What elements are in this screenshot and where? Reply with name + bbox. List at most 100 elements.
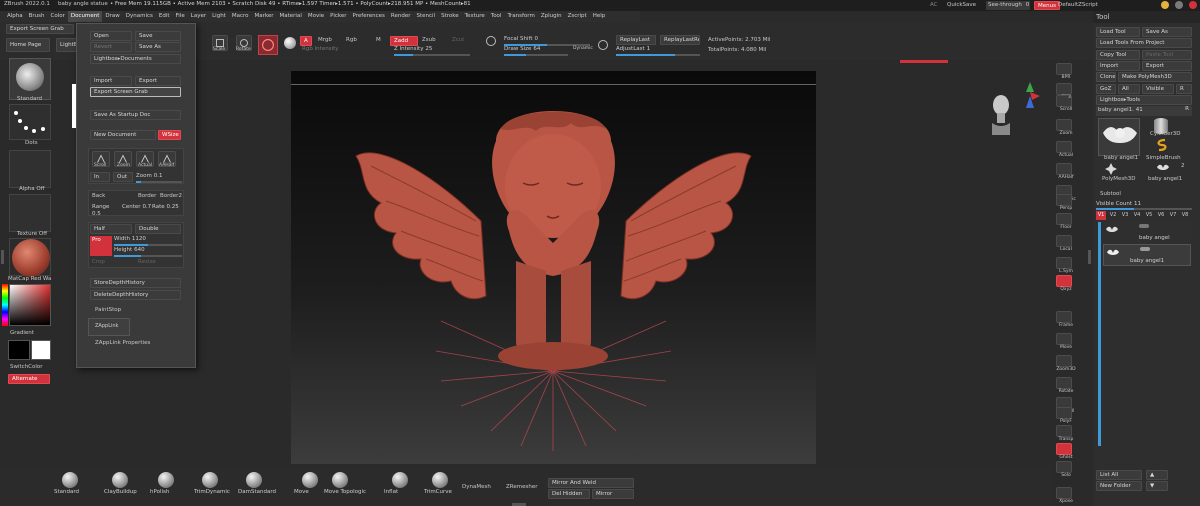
rate-slider[interactable]: Rate 0.25 [152,203,184,213]
texture-slot[interactable] [9,194,51,232]
mrgb-button[interactable]: Mrgb [318,37,332,43]
move-down-button[interactable]: ▼ [1146,481,1168,491]
double-button[interactable]: Double [135,224,181,234]
quicksave-button[interactable]: QuickSave [947,2,976,8]
lsym-icon[interactable] [1056,257,1072,269]
visible-count-slider[interactable]: Visible Count 11 [1096,200,1192,210]
menu-draw[interactable]: Draw [102,11,122,22]
subtool-item-2[interactable]: baby angel1 [1103,244,1191,266]
brush-trimdynamic[interactable]: TrimDynamic [194,472,242,502]
version-v1-button[interactable]: V1 [1096,211,1106,220]
menu-dynamics[interactable]: Dynamics [123,11,156,22]
zoom-slider[interactable]: Zoom 0.1 [136,172,182,183]
bpr-icon[interactable] [1056,63,1072,75]
replay-last-button[interactable]: ReplayLast [616,35,656,45]
m-button[interactable]: M [376,37,381,43]
menu-file[interactable]: File [173,11,188,22]
material-slot[interactable] [9,238,51,277]
mirror-button[interactable]: Mirror [592,489,634,499]
visible-button[interactable]: Visible [1142,84,1174,94]
local-icon[interactable] [1056,235,1072,247]
version-v3-button[interactable]: V3 [1120,211,1130,220]
r-button[interactable]: R [1176,84,1192,94]
spix-slider[interactable] [1056,83,1072,95]
subtool-header[interactable]: Subtool [1100,191,1121,197]
pro-button[interactable]: Pro [90,236,112,256]
persp-icon[interactable] [1056,194,1072,206]
menu-tool[interactable]: Tool [488,11,505,22]
delete-depth-history-button[interactable]: DeleteDepthHistory [90,290,181,300]
subtool-item-1[interactable]: baby angel [1103,222,1191,244]
secondary-color-swatch[interactable] [31,340,51,360]
zsub-button[interactable]: Zsub [422,37,436,43]
default-zscript-button[interactable]: DefaultZScript [1058,2,1098,8]
stroke-slot[interactable] [9,104,51,140]
axis-gizmo-icon[interactable] [1020,80,1040,110]
color-picker[interactable] [9,284,51,326]
export-button[interactable]: Export [135,76,181,86]
switch-color-button[interactable]: SwitchColor [10,364,43,370]
mirror-and-weld-button[interactable]: Mirror And Weld [548,478,634,488]
canvas[interactable] [291,71,816,464]
import-button[interactable]: Import [90,76,132,86]
subtool-scrollbar[interactable] [1098,222,1101,446]
half-button[interactable]: Half [90,224,132,234]
zapplink-button[interactable]: ZAppLink [88,318,130,336]
ghost-icon[interactable] [1056,443,1072,455]
menu-document[interactable]: Document [67,11,103,22]
tool-import-button[interactable]: Import [1096,61,1140,71]
load-tool-button[interactable]: Load Tool [1096,27,1140,37]
save-button[interactable]: Save [135,31,181,41]
zoom-icon[interactable] [1056,119,1072,131]
menu-edit[interactable]: Edit [156,11,173,22]
open-button[interactable]: Open [90,31,132,41]
menu-layer[interactable]: Layer [188,11,209,22]
focal-shift-slider[interactable]: Focal Shift 0 [504,35,590,46]
menu-zscript[interactable]: Zscript [565,11,590,22]
store-depth-history-button[interactable]: StoreDepthHistory [90,278,181,288]
menu-zplugin[interactable]: Zplugin [538,11,565,22]
minimize-icon[interactable] [1161,1,1169,9]
lightbox-documents-button[interactable]: Lightbox▸Documents [90,54,181,64]
gxyz-icon[interactable] [1056,275,1072,287]
make-polymesh3d-button[interactable]: Make PolyMesh3D [1118,72,1192,82]
wsize-button[interactable]: WSize [158,130,181,140]
zoom3d-icon[interactable] [1056,355,1072,367]
zoom-in-button[interactable]: In [90,172,110,182]
rotate3d-icon[interactable] [1056,377,1072,389]
menu-movie[interactable]: Movie [305,11,327,22]
solo-icon[interactable] [1056,461,1072,473]
brush-damstandard[interactable]: DamStandard [238,472,286,502]
menu-transform[interactable]: Transform [504,11,537,22]
alternate-button[interactable]: Alternate [8,374,50,384]
replay-last-rel-button[interactable]: ReplayLastRel [660,35,700,45]
version-v5-button[interactable]: V5 [1144,211,1154,220]
menu-light[interactable]: Light [209,11,229,22]
version-v4-button[interactable]: V4 [1132,211,1142,220]
menu-color[interactable]: Color [48,11,68,22]
z-intensity-slider[interactable]: Z Intensity 25 [394,45,470,56]
right-tray-handle[interactable] [1088,250,1091,264]
goz-button[interactable]: GoZ [1096,84,1116,94]
version-v6-button[interactable]: V6 [1156,211,1166,220]
current-tool-slider[interactable]: baby angel1. 41 R [1096,106,1192,116]
material-sphere-icon[interactable] [284,37,296,49]
left-tray-handle[interactable] [1,250,4,264]
subtool-2-visibility-icon[interactable] [1140,247,1150,251]
menu-stencil[interactable]: Stencil [413,11,438,22]
brush-slot[interactable] [9,58,51,100]
polyf-icon[interactable] [1056,407,1072,419]
center-slider[interactable]: Center 0.7 [122,203,152,213]
zapplink-properties-button[interactable]: ZAppLink Properties [95,340,150,346]
menu-help[interactable]: Help [590,11,609,22]
zremesher-button[interactable]: ZRemesher [506,484,537,490]
navigation-head-icon[interactable] [990,93,1012,135]
frame-icon[interactable] [1056,311,1072,323]
back-button[interactable]: Back [92,193,105,199]
version-v7-button[interactable]: V7 [1168,211,1178,220]
seethrough-slider[interactable]: See-through 0 [986,1,1030,10]
menu-macro[interactable]: Macro [229,11,252,22]
actual-icon[interactable] [1056,141,1072,153]
zoom-out-button[interactable]: Out [113,172,133,182]
rgb-button[interactable]: Rgb [346,37,357,43]
